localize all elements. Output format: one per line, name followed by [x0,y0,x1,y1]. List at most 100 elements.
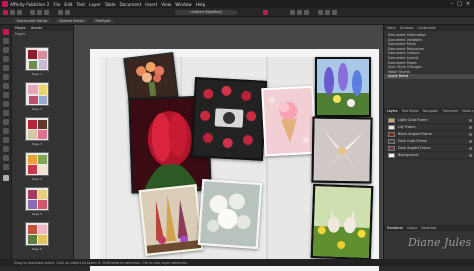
tab-transform-bottom[interactable]: Transform [387,226,403,230]
menu-edit[interactable]: Edit [64,2,72,7]
view-tool-icon[interactable] [3,155,9,161]
place-image-tool-icon[interactable] [3,146,9,152]
document-setup-icon[interactable] [30,10,35,15]
menu-file[interactable]: File [53,2,60,7]
align-icon[interactable] [290,10,295,15]
minimize-icon[interactable]: – [451,1,454,7]
transparency-tool-icon[interactable] [3,137,9,143]
page-thumbnail[interactable] [25,222,49,246]
document-title: Untitled (Modified) [175,10,237,15]
insert-icon[interactable] [318,10,323,15]
spread-setup-button[interactable]: Spread Setup [56,18,87,23]
fill-tool-icon[interactable] [3,128,9,134]
menu-text[interactable]: Text [77,2,85,7]
maximize-icon[interactable]: □ [457,1,462,7]
menu-document[interactable]: Document [120,2,142,7]
visibility-icon[interactable] [469,132,472,136]
layer-row[interactable]: Dark Grab Frame [384,138,474,145]
publisher-persona-icon[interactable] [3,10,8,15]
layer-row[interactable]: Light Grab Frame [384,117,474,124]
preflight-button[interactable]: Preflight [92,18,114,23]
text-wrap-icon[interactable] [325,10,330,15]
window-controls: – □ × [451,1,470,7]
menu-window[interactable]: Window [175,2,192,7]
bunnies-daffodils-frame[interactable] [310,183,374,261]
camera-roses-frame[interactable] [190,77,268,161]
tab-transform[interactable]: Transform [442,109,458,113]
close-icon[interactable]: × [466,1,470,7]
menu-table[interactable]: Table [105,2,116,7]
snapping-icon[interactable] [58,10,63,15]
visibility-icon[interactable] [469,146,472,150]
pages-panel: Pages Assets Pages Page 1 Page 2 Page 3 [12,25,74,259]
lupin-flowers-image [317,59,369,115]
pencil-tool-icon[interactable] [3,65,9,71]
layer-row[interactable]: Black Angled Frame [384,131,474,138]
tab-colour[interactable]: Colour [407,226,417,230]
canvas-area[interactable] [74,25,383,271]
tulip-bouquet-image [125,54,177,102]
bunnies-daffodils-image [312,186,372,258]
pen-tool-icon[interactable] [3,56,9,62]
frame-icon[interactable] [332,10,337,15]
arrange-icon[interactable] [304,10,309,15]
visibility-icon[interactable] [469,153,472,157]
designer-persona-icon[interactable] [17,10,22,15]
tab-stock[interactable]: Stock [387,26,396,30]
page-thumbnail[interactable] [25,187,49,211]
white-lily-frame[interactable] [311,116,373,184]
preflight-icon[interactable] [44,10,49,15]
fill-color-swatch[interactable] [3,175,9,181]
page-label: Page 5 [31,212,43,216]
tab-text-styles[interactable]: Text Styles [402,109,419,113]
rectangle-tool-icon[interactable] [3,110,9,116]
panel-item[interactable]: Apply Bleed [384,74,474,79]
visibility-icon[interactable] [469,139,472,143]
page-thumbnail[interactable] [25,82,49,106]
tab-swatches[interactable]: Swatches [421,226,436,230]
visibility-icon[interactable] [469,125,472,129]
layer-row[interactable]: Lily Frame [384,124,474,131]
lupin-flowers-frame[interactable] [315,57,371,117]
photo-persona-icon[interactable] [10,10,15,15]
ellipse-tool-icon[interactable] [3,119,9,125]
zoom-tool-icon[interactable] [3,164,9,170]
menu-view[interactable]: View [161,2,171,7]
document-setup-button[interactable]: Document Setup [14,18,51,23]
menu-layer[interactable]: Layer [89,2,101,7]
artistic-text-tool-icon[interactable] [3,92,9,98]
page-thumbnail[interactable] [25,47,49,71]
layer-row[interactable]: Dark Angled Frame [384,145,474,152]
menu-insert[interactable]: Insert [145,2,157,7]
tab-assets[interactable]: Assets [31,26,43,30]
spread-setup-icon[interactable] [37,10,42,15]
node-tool-icon[interactable] [3,38,9,44]
frame-text-tool-icon[interactable] [3,83,9,89]
crop-tool-icon[interactable] [3,74,9,80]
picture-frame-tool-icon[interactable] [3,101,9,107]
pink-cone-frame[interactable] [261,85,317,157]
layers-panel-tabs: Layers Text Styles Navigator Transform H… [384,108,474,114]
tab-pages[interactable]: Pages [15,26,26,30]
table-tool-icon[interactable] [3,47,9,53]
tab-layers[interactable]: Layers [387,109,398,113]
tab-history[interactable]: History [462,109,473,113]
camera-roses-image [193,79,265,159]
tab-constraints[interactable]: Constraints [417,26,435,30]
distribute-icon[interactable] [297,10,302,15]
menu-help[interactable]: Help [196,2,206,7]
white-roses-frame[interactable] [197,178,263,250]
dried-flowers-frame[interactable] [138,184,204,256]
visibility-icon[interactable] [469,118,472,122]
move-tool-icon[interactable] [3,29,9,35]
layer-thumbnail [388,124,395,130]
page-thumbnail[interactable] [25,152,49,176]
view-mode-icon[interactable] [65,10,70,15]
page-thumbnail[interactable] [25,117,49,141]
layer-row[interactable]: Background [384,152,474,159]
pink-cone-image [263,87,315,155]
quick-action-icon[interactable] [263,10,268,15]
tab-navigator[interactable]: Navigator [423,109,439,113]
page-spread[interactable] [90,49,379,271]
tab-symbols[interactable]: Symbols [400,26,414,30]
